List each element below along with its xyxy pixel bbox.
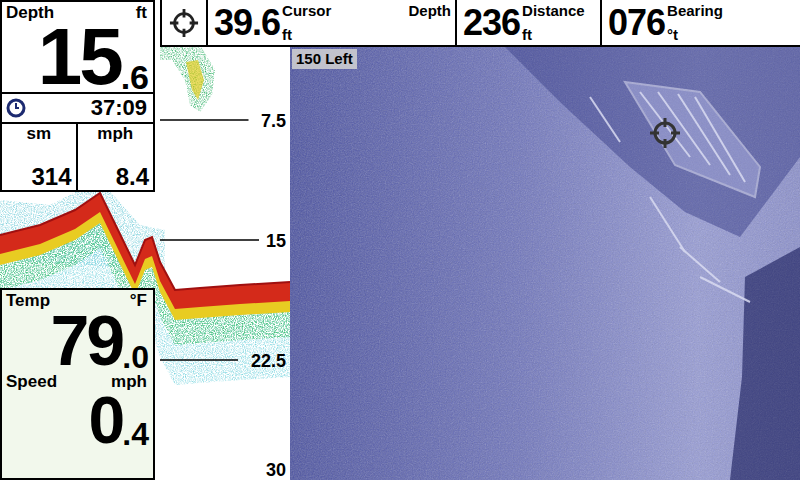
readout: 39.6Cursor ft Depth (208, 0, 457, 45)
trip-cell: sm314 (2, 124, 78, 190)
depth-unit: ft (136, 3, 147, 23)
temp-label: Temp (6, 291, 50, 311)
speed-unit: mph (111, 372, 147, 392)
scale-label: 15 (266, 231, 286, 251)
timer-row: 37:09 (2, 92, 153, 122)
temp-value: 79.0 (2, 311, 153, 371)
readout-value: 39.6 (214, 2, 280, 45)
cursor-marker-icon[interactable] (649, 117, 681, 149)
depth-value: 15.6 (2, 23, 153, 92)
side-image-panel: 150 Left (290, 47, 800, 480)
speed-value: 0.4 (2, 392, 153, 449)
range-label: 150 Left (292, 49, 357, 69)
scale-line (160, 359, 238, 361)
scale-line (160, 239, 259, 241)
readout-unit: ft (282, 26, 331, 43)
trip-cell: mph8.4 (78, 124, 154, 190)
readout-value: 236 (463, 2, 520, 45)
top-bar: 39.6Cursor ft Depth 236Distance ft 076Bearing… (160, 0, 800, 47)
readout-label: Depth (409, 2, 452, 45)
side-image (290, 47, 800, 480)
readout: 236Distance ft (457, 0, 602, 45)
readout-label: Bearing (667, 2, 723, 19)
data-overlays: Depthft15.637:09sm314mph8.4Temp°F79.0Spe… (0, 0, 155, 480)
cursor-icon (169, 8, 199, 38)
readout-label: Distance (522, 2, 585, 19)
cursor-cell (160, 0, 208, 45)
speed-label: Speed (6, 372, 57, 392)
temp-speed-box: Temp °F79.0Speed mph0.4 (0, 288, 155, 480)
readout-unit: °t (667, 26, 723, 43)
readout-label: Cursor (282, 2, 331, 19)
readout-unit: ft (522, 26, 585, 43)
temp-unit: °F (130, 291, 147, 311)
depth-box: Depthft15.637:09sm314mph8.4 (0, 0, 155, 192)
readout: 076Bearing °t (602, 0, 800, 45)
scale-label: 30 (266, 460, 286, 480)
timer-value: 37:09 (91, 96, 147, 120)
readout-value: 076 (608, 2, 665, 45)
scale-line (160, 119, 249, 121)
fishfinder-screen: 7.5 15 22.5 30 39.6Cursor ft Depth 236Distance f… (0, 0, 800, 480)
scale-label: 7.5 (261, 111, 286, 131)
trip-grid: sm314mph8.4 (2, 122, 153, 190)
scale-label: 22.5 (251, 351, 286, 371)
clock-icon (6, 98, 26, 118)
depth-label: Depth (6, 3, 54, 23)
